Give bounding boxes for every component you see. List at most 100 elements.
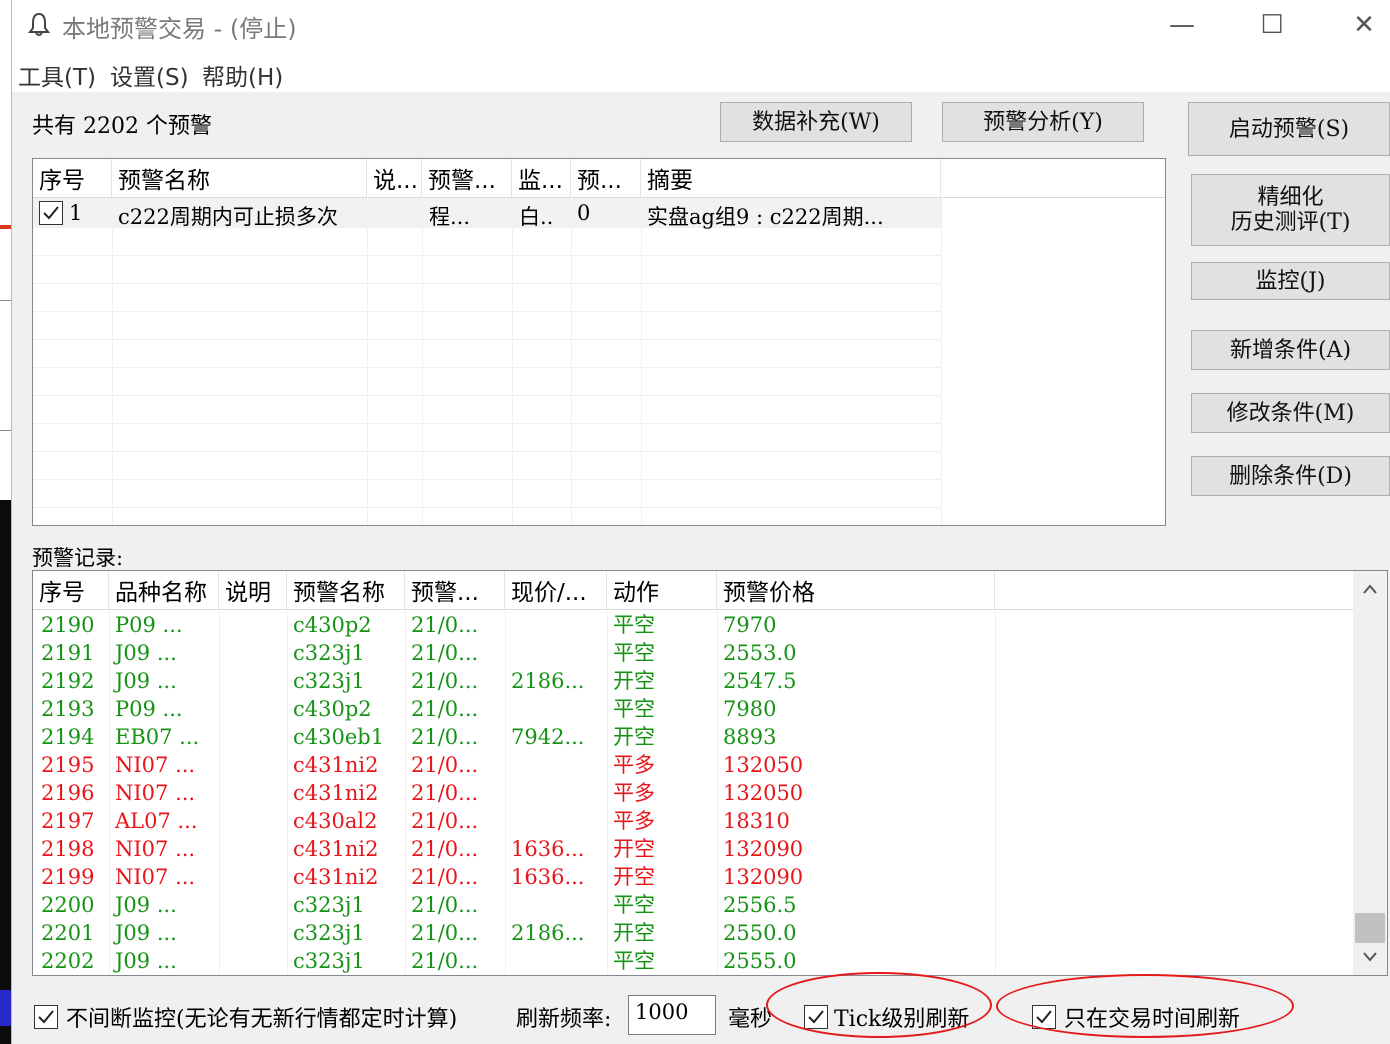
table-row[interactable]: 2198 NI07 ... c431ni2 21/0... 1636... 开空 13209… [33,834,1353,862]
row-alert-price: 18310 [723,809,790,833]
table-row[interactable]: 2201 J09 ... c323j1 21/0... 2186... 开空 2550.0 [33,918,1353,946]
menu-settings[interactable]: 设置(S) [110,58,189,92]
title-bar[interactable]: 本地预警交易 - (停止) — ☐ ✕ [12,0,1390,50]
row-alert-time: 21/0... [411,641,479,665]
continuous-monitor-label[interactable]: 不间断监控(无论有无新行情都定时计算) [66,1001,457,1033]
row-alert-price: 2547.5 [723,669,797,693]
delete-condition-button[interactable]: 删除条件(D) [1191,456,1390,496]
column-header-desc[interactable]: 说明 [219,571,287,609]
column-header-alert-time[interactable]: 预警... [405,571,505,609]
row-action: 开空 [613,865,655,889]
modify-condition-button[interactable]: 修改条件(M) [1191,393,1390,433]
row-product: NI07 ... [115,753,196,777]
row-alert-price: 132050 [723,781,804,805]
row-product: P09 ... [115,613,183,637]
row-no: 2192 [41,669,95,693]
records-scrollbar[interactable] [1353,571,1387,975]
row-price-now: 1636... [511,865,585,889]
checkmark-icon [43,206,59,220]
chevron-up-icon[interactable] [1353,571,1387,607]
row-product: NI07 ... [115,781,196,805]
row-action: 平多 [613,753,655,777]
close-button[interactable]: ✕ [1318,0,1390,50]
row-action: 开空 [613,725,655,749]
table-row[interactable]: 2199 NI07 ... c431ni2 21/0... 1636... 开空 13209… [33,862,1353,890]
table-row[interactable]: 2191 J09 ... c323j1 21/0... 平空 2553.0 [33,638,1353,666]
refresh-rate-input[interactable]: 1000 [628,995,716,1035]
row-alert-price: 2553.0 [723,641,797,665]
table-row[interactable]: 2197 AL07 ... c430al2 21/0... 平多 18310 [33,806,1353,834]
column-header-alert-name[interactable]: 预警名称 [112,159,367,197]
row-product: J09 ... [115,949,177,973]
column-header-alert-type[interactable]: 预警... [422,159,512,197]
monitor-button[interactable]: 监控(J) [1191,262,1390,300]
column-header-desc[interactable]: 说... [367,159,422,197]
table-row[interactable]: 2202 J09 ... c323j1 21/0... 平空 2555.0 [33,946,1353,974]
data-fill-button[interactable]: 数据补充(W) [720,102,912,142]
row-alert-time: 21/0... [411,613,479,637]
column-header-product[interactable]: 品种名称 [109,571,219,609]
row-alert-time: 21/0... [411,725,479,749]
column-header-summary[interactable]: 摘要 [641,159,941,197]
table-row[interactable]: 2196 NI07 ... c431ni2 21/0... 平多 132050 [33,778,1353,806]
alerts-table[interactable]: 序号 预警名称 说... 预警... 监... 预... 摘要 1 c222周期… [32,158,1166,526]
row-alert-price: 8893 [723,725,777,749]
alert-analysis-button[interactable]: 预警分析(Y) [942,102,1144,142]
minimize-button[interactable]: — [1136,0,1228,50]
column-header-no[interactable]: 序号 [33,571,109,609]
row-no: 1 [69,201,83,225]
row-alert-time: 21/0... [411,865,479,889]
column-header-no[interactable]: 序号 [33,159,112,197]
background-window-strip [0,0,12,1044]
window-title: 本地预警交易 - (停止) [62,15,297,43]
row-no: 2198 [41,837,95,861]
table-row[interactable]: 2200 J09 ... c323j1 21/0... 平空 2556.5 [33,890,1353,918]
column-header-action[interactable]: 动作 [607,571,717,609]
row-enable-checkbox[interactable] [39,201,63,225]
row-alert-price: 2555.0 [723,949,797,973]
row-alert-time: 21/0... [411,669,479,693]
row-summary: 实盘ag组9 : c222周期... [647,205,884,229]
row-alert-price: 132050 [723,753,804,777]
row-alert-time: 21/0... [411,781,479,805]
row-no: 2202 [41,949,95,973]
row-product: J09 ... [115,893,177,917]
row-action: 平空 [613,641,655,665]
row-alert-price: 2550.0 [723,921,797,945]
table-row[interactable]: 2195 NI07 ... c431ni2 21/0... 平多 132050 [33,750,1353,778]
annotation-ellipse-tick [766,972,992,1038]
row-price-now: 1636... [511,837,585,861]
table-row[interactable]: 2193 P09 ... c430p2 21/0... 平空 7980 [33,694,1353,722]
records-table[interactable]: 序号 品种名称 说明 预警名称 预警... 现价/... 动作 预警价格 219… [32,570,1388,976]
menu-help[interactable]: 帮助(H) [202,58,283,92]
row-no: 2199 [41,865,95,889]
row-alert-time: 21/0... [411,753,479,777]
table-row[interactable]: 1 c222周期内可止损多次 程... 白.. 0 实盘ag组9 : c222周… [33,198,941,229]
add-condition-button[interactable]: 新增条件(A) [1191,330,1390,370]
table-row[interactable]: 2190 P09 ... c430p2 21/0... 平空 7970 [33,610,1353,638]
row-alert-time: 21/0... [411,697,479,721]
row-alert-time: 21/0... [411,921,479,945]
menu-tools[interactable]: 工具(T) [18,58,96,92]
row-product: NI07 ... [115,837,196,861]
table-row[interactable]: 2194 EB07 ... c430eb1 21/0... 7942... 开空 8893 [33,722,1353,750]
row-alert-name: c323j1 [293,949,365,973]
row-product: AL07 ... [115,809,198,833]
table-row[interactable]: 2192 J09 ... c323j1 21/0... 2186... 开空 2547.5 [33,666,1353,694]
chevron-down-icon[interactable] [1353,939,1387,975]
row-alert-name: c323j1 [293,641,365,665]
row-alert-price: 7970 [723,613,777,637]
column-header-count[interactable]: 预... [571,159,641,197]
client-area: 共有 2202 个预警 数据补充(W) 预警分析(Y) 启动预警(S) 精细化 … [12,92,1390,1044]
row-alert-name: c431ni2 [293,781,379,805]
row-alert-name: c430p2 [293,613,372,637]
column-header-price-now[interactable]: 现价/... [505,571,607,609]
column-header-alert-name[interactable]: 预警名称 [287,571,405,609]
row-product: EB07 ... [115,725,200,749]
refine-history-eval-button[interactable]: 精细化 历史测评(T) [1191,174,1390,246]
maximize-button[interactable]: ☐ [1226,0,1318,50]
column-header-alert-price[interactable]: 预警价格 [717,571,995,609]
column-header-monitor[interactable]: 监... [512,159,571,197]
continuous-monitor-checkbox[interactable] [34,1005,58,1029]
start-alert-button[interactable]: 启动预警(S) [1188,102,1390,156]
